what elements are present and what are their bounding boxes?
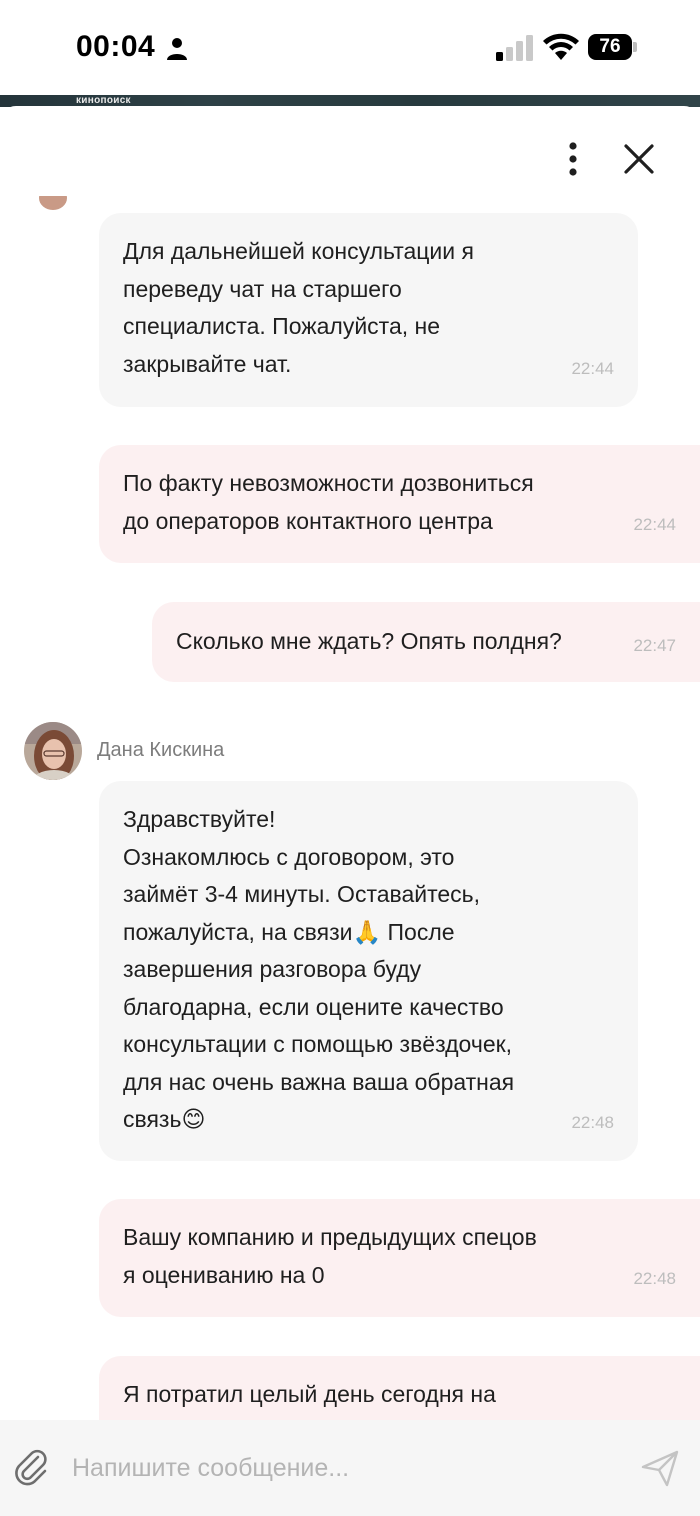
message-time: 22:44 — [571, 358, 614, 378]
person-icon — [167, 38, 187, 60]
cellular-signal-icon — [496, 35, 533, 61]
battery-icon: 76 — [588, 34, 637, 60]
message-bubble-outgoing: Сколько мне ждать? Опять полдня? 22:47 — [152, 602, 700, 682]
message-input[interactable] — [72, 1440, 612, 1496]
message-text: Я потратил целый день сегодня на — [123, 1381, 496, 1407]
message-bubble-outgoing: По факту невозможности дозвониться до оп… — [99, 445, 700, 563]
message-bubble-incoming: Для дальнейшей консультации я переведу ч… — [99, 213, 638, 407]
message-time: 22:47 — [633, 635, 676, 655]
chat-header — [0, 106, 700, 210]
message-text: По факту невозможности дозвониться до оп… — [123, 470, 534, 534]
send-icon[interactable] — [640, 1448, 680, 1488]
status-time: 00:04 — [76, 30, 156, 63]
message-time: 22:44 — [633, 514, 676, 534]
message-bubble-outgoing: Вашу компанию и предыдущих спецов я оцен… — [99, 1199, 700, 1317]
wifi-icon — [543, 33, 579, 60]
battery-level: 76 — [588, 34, 632, 60]
more-vertical-icon[interactable] — [556, 140, 590, 180]
attach-icon[interactable] — [14, 1448, 48, 1486]
avatar[interactable] — [24, 722, 82, 780]
close-icon[interactable] — [620, 142, 658, 178]
avatar-partial — [38, 196, 68, 212]
status-bar: 00:04 76 — [0, 0, 700, 96]
sender-name: Дана Кискина — [97, 739, 225, 761]
message-time: 22:48 — [571, 1112, 614, 1132]
message-bubble-incoming: Здравствуйте! Ознакомлюсь с договором, э… — [99, 781, 638, 1161]
message-text: Вашу компанию и предыдущих спецов я оцен… — [123, 1224, 537, 1288]
message-text: Здравствуйте! Ознакомлюсь с договором, э… — [123, 806, 515, 1132]
message-text: Для дальнейшей консультации я переведу ч… — [123, 238, 474, 377]
message-time: 22:48 — [633, 1268, 676, 1288]
message-text: Сколько мне ждать? Опять полдня? — [176, 628, 562, 654]
